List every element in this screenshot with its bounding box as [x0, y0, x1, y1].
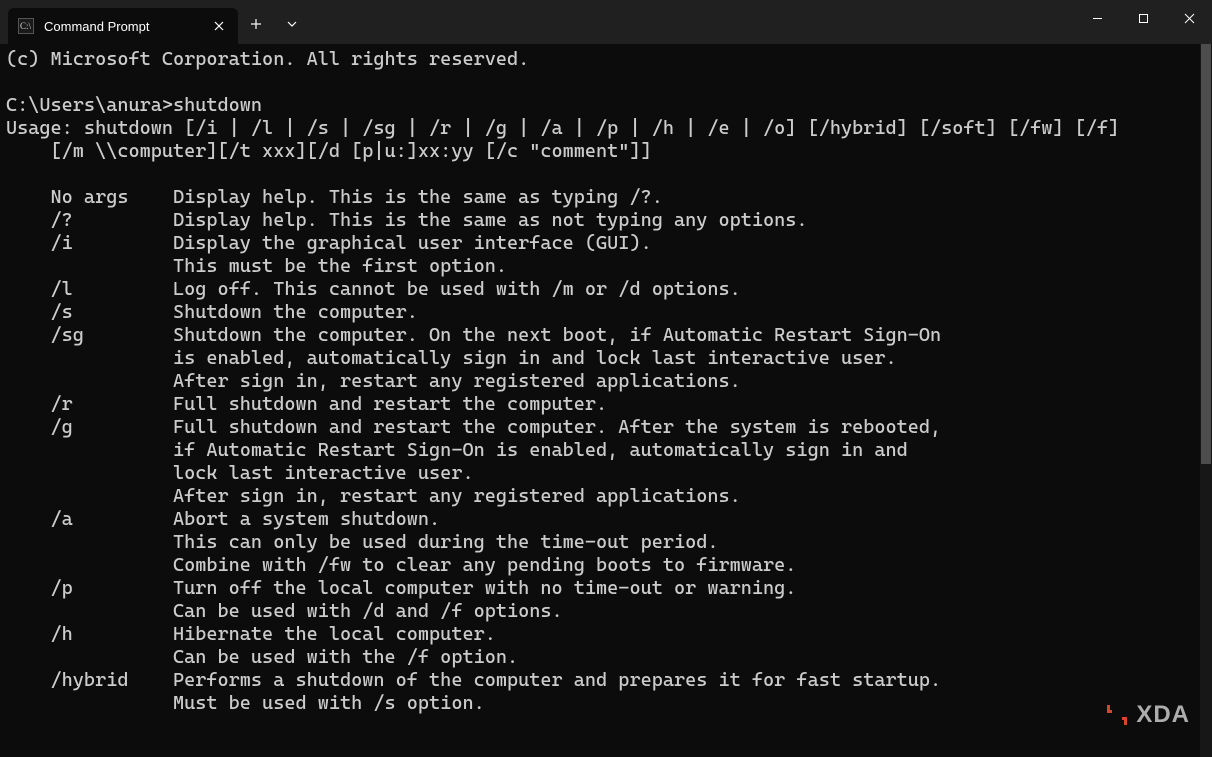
maximize-button[interactable] — [1120, 0, 1166, 36]
close-window-button[interactable] — [1166, 0, 1212, 36]
xda-logo-icon — [1104, 702, 1130, 728]
titlebar: C:\ Command Prompt — [0, 0, 1212, 44]
new-tab-button[interactable] — [238, 6, 274, 42]
minimize-button[interactable] — [1074, 0, 1120, 36]
window-controls — [1074, 0, 1212, 36]
scrollbar-track[interactable] — [1200, 44, 1212, 757]
cmd-icon: C:\ — [18, 18, 34, 34]
tabs-area: C:\ Command Prompt — [0, 0, 310, 44]
scrollbar-thumb[interactable] — [1201, 44, 1211, 464]
tab-command-prompt[interactable]: C:\ Command Prompt — [8, 8, 238, 44]
tab-close-button[interactable] — [210, 17, 228, 35]
svg-text:C:\: C:\ — [20, 21, 32, 31]
tab-title: Command Prompt — [44, 19, 200, 34]
watermark: XDA — [1104, 701, 1190, 729]
terminal-output[interactable]: (c) Microsoft Corporation. All rights re… — [0, 44, 1212, 757]
tab-dropdown-button[interactable] — [274, 6, 310, 42]
watermark-text: XDA — [1136, 701, 1190, 729]
